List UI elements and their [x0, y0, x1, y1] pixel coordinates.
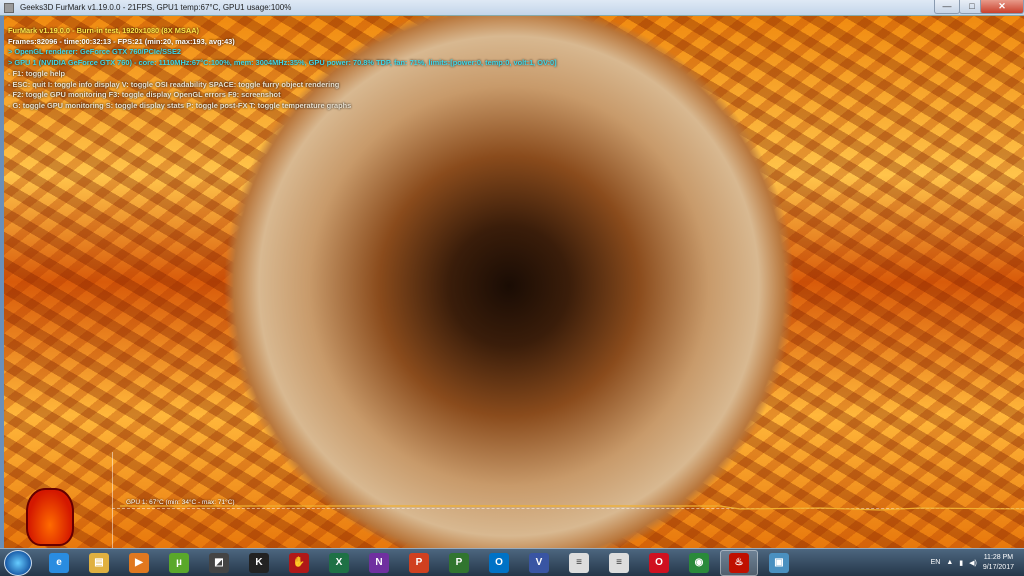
project-icon: P — [449, 552, 469, 573]
taskbar-project[interactable]: P — [440, 550, 478, 576]
taskbar-bloody-mouse[interactable]: ✋ — [280, 550, 318, 576]
overlay-title: FurMark v1.19.0.0 - Burn-in test, 1920x1… — [8, 26, 199, 35]
taskbar: e ▤ ▶ µ ◩ K ✋ X N P P O V ≡ ≡ O ◉ ♨ ▣ EN ▲ ▮ ◀) 11:28 PM 9… — [0, 548, 1024, 576]
overlay-help-3: - F2: toggle GPU monitoring F3: toggle d… — [8, 90, 281, 100]
title-bar: Geeks3D FurMark v1.19.0.0 - 21FPS, GPU1 … — [0, 0, 1024, 16]
document-2-icon: ≡ — [609, 552, 629, 573]
taskbar-image-viewer[interactable]: ▣ — [760, 550, 798, 576]
taskbar-internet-explorer[interactable]: e — [40, 550, 78, 576]
temperature-graph-label: GPU 1: 67°C (min: 34°C - max: 71°C) — [126, 499, 235, 506]
taskbar-media-player[interactable]: ▶ — [120, 550, 158, 576]
media-app-icon: ◉ — [689, 552, 709, 573]
taskbar-powerpoint[interactable]: P — [400, 550, 438, 576]
gpu-tool-icon: ◩ — [209, 552, 229, 573]
network-icon[interactable]: ▮ — [959, 559, 963, 567]
minimize-button[interactable]: — — [934, 0, 960, 14]
bloody-mouse-icon: ✋ — [289, 552, 309, 573]
media-player-icon: ▶ — [129, 552, 149, 573]
taskbar-utorrent[interactable]: µ — [160, 550, 198, 576]
overlay-gpu-info: > GPU 1 (NVIDIA GeForce GTX 760) - core:… — [8, 58, 557, 68]
graph-axis — [112, 452, 113, 548]
utorrent-icon: µ — [169, 552, 189, 573]
k-app-icon: K — [249, 552, 269, 573]
furmark-icon: ♨ — [729, 552, 749, 573]
overlay-help-1: - F1: toggle help — [8, 68, 66, 78]
close-button[interactable]: ✕ — [980, 0, 1024, 14]
overlay-help-4: - G: toggle GPU monitoring S: toggle dis… — [8, 100, 352, 110]
taskbar-furmark[interactable]: ♨ — [720, 549, 758, 576]
volume-icon[interactable]: ◀) — [969, 559, 977, 567]
system-tray: EN ▲ ▮ ◀) 11:28 PM 9/17/2017 — [931, 553, 1024, 573]
taskbar-media-app[interactable]: ◉ — [680, 550, 718, 576]
language-indicator[interactable]: EN — [931, 559, 941, 566]
file-explorer-icon: ▤ — [89, 552, 109, 573]
overlay-help-2: - ESC: quit I: toggle info display V: to… — [8, 79, 340, 89]
taskbar-opera[interactable]: O — [640, 550, 678, 576]
image-viewer-icon: ▣ — [769, 552, 789, 573]
taskbar-k-app[interactable]: K — [240, 550, 278, 576]
furmark-logo — [26, 488, 74, 546]
start-button[interactable] — [4, 549, 32, 576]
outlook-icon: O — [489, 552, 509, 573]
taskbar-file-explorer[interactable]: ▤ — [80, 550, 118, 576]
temperature-graph-line — [120, 505, 1024, 511]
clock-time: 11:28 PM — [983, 553, 1014, 561]
document-1-icon: ≡ — [569, 552, 589, 573]
info-overlay: FurMark v1.19.0.0 - Burn-in test, 1920x1… — [8, 26, 557, 112]
clock-date: 9/17/2017 — [982, 563, 1014, 571]
overlay-renderer: > OpenGL renderer: GeForce GTX 760/PCIe/… — [8, 47, 181, 57]
onenote-icon: N — [369, 552, 389, 573]
taskbar-outlook[interactable]: O — [480, 550, 518, 576]
taskbar-document-1[interactable]: ≡ — [560, 550, 598, 576]
taskbar-document-2[interactable]: ≡ — [600, 550, 638, 576]
visio-icon: V — [529, 552, 549, 573]
overlay-stats: Frames:82096 - time:00:32:13 - FPS:21 (m… — [8, 36, 235, 46]
excel-icon: X — [329, 552, 349, 573]
taskbar-excel[interactable]: X — [320, 550, 358, 576]
taskbar-onenote[interactable]: N — [360, 550, 398, 576]
clock[interactable]: 11:28 PM 9/17/2017 — [983, 553, 1014, 573]
app-icon[interactable] — [4, 2, 14, 13]
taskbar-visio[interactable]: V — [520, 550, 558, 576]
window-title: Geeks3D FurMark v1.19.0.0 - 21FPS, GPU1 … — [20, 3, 292, 12]
internet-explorer-icon: e — [49, 552, 69, 573]
show-hidden-icons[interactable]: ▲ — [946, 559, 953, 566]
taskbar-gpu-tool[interactable]: ◩ — [200, 550, 238, 576]
opera-icon: O — [649, 552, 669, 573]
powerpoint-icon: P — [409, 552, 429, 573]
